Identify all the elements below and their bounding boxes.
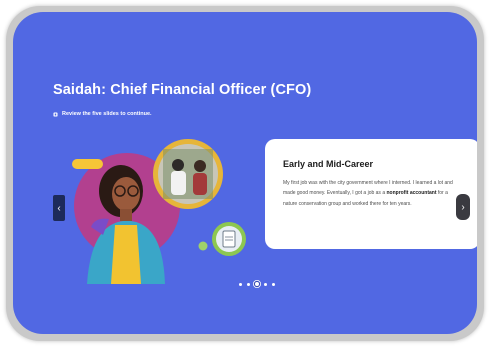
saidah-illustration xyxy=(72,139,246,284)
slide-pagination xyxy=(239,282,275,286)
section-body: My first job was with the city governmen… xyxy=(283,178,463,209)
slide-dot-2[interactable] xyxy=(247,282,250,286)
section-heading: Early and Mid-Career xyxy=(283,159,374,169)
previous-slide-button[interactable]: ‹ xyxy=(53,195,65,221)
instruction-hint: Review the five slides to continue. xyxy=(53,111,152,117)
slide-title: Saidah: Chief Financial Officer (CFO) xyxy=(53,82,312,98)
body-highlight: nonprofit accountant xyxy=(386,190,437,197)
slide-dot-3[interactable] xyxy=(255,282,259,286)
slide-card: Saidah: Chief Financial Officer (CFO) Re… xyxy=(13,12,477,334)
hand-pointer-icon xyxy=(53,112,58,116)
slide-dot-4[interactable] xyxy=(264,282,267,286)
chevron-right-icon: › xyxy=(461,201,465,213)
slide-dot-1[interactable] xyxy=(239,282,242,286)
slide-text-card: Early and Mid-Career My first job was wi… xyxy=(265,139,477,249)
next-slide-button[interactable]: › xyxy=(456,194,470,220)
slide-dot-5[interactable] xyxy=(272,282,275,286)
chevron-left-icon: ‹ xyxy=(57,202,61,214)
hint-text: Review the five slides to continue. xyxy=(62,111,152,117)
